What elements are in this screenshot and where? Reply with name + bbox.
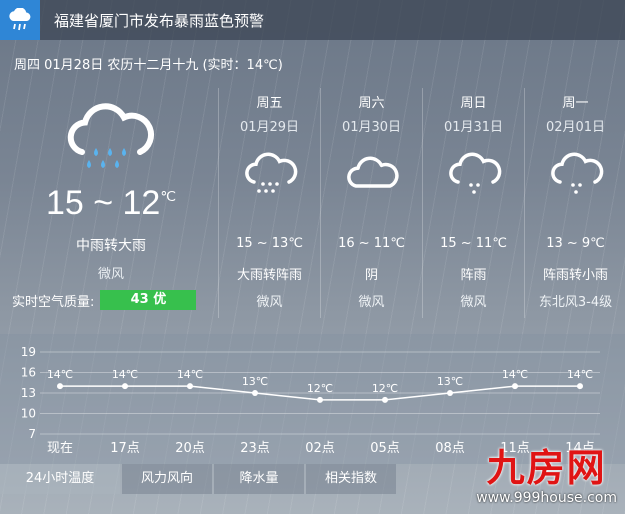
forecast-day[interactable]: 周日 01月31日 15 ~ 11℃ 阵雨 微风 [422,88,524,318]
air-quality-badge[interactable]: 43 优 [100,290,197,310]
data-point [512,383,518,390]
y-tick-label: 16 [21,366,36,380]
cloud-rain-icon [241,148,299,204]
data-label: 14℃ [502,368,528,381]
brand-url: www.999house.com [476,490,617,506]
data-label: 14℃ [567,368,593,381]
air-quality-label: 实时空气质量: [12,294,95,310]
forecast-day-temp: 15 ~ 13℃ [236,236,303,251]
today-panel: 15 ~ 12℃ 中雨转大雨 微风 [0,88,222,318]
temperature-chart: 19 16 13 10 7 14℃ 现在 14℃ 17点 14℃ 20点 13℃ 23点 12℃ 02点 12… [21,345,600,456]
tab-indices[interactable]: 相关指数 [306,464,396,494]
y-tick-label: 10 [21,407,36,421]
today-temperature: 15 ~ 12℃ [0,184,222,223]
x-tick-label: 05点 [370,441,400,456]
data-point [382,396,388,403]
temp-unit: ℃ [160,188,177,204]
chart-tabs: 24小时温度 风力风向 降水量 相关指数 [0,464,398,494]
data-point [57,383,63,390]
data-label: 14℃ [112,368,138,381]
forecast-day-date: 01月30日 [341,120,402,135]
forecast-list: 周五 01月29日 15 ~ 13℃ 大雨转阵雨 微风 周六 01月30日 16… [218,88,625,318]
y-tick-label: 7 [28,427,36,441]
forecast-day[interactable]: 周五 01月29日 15 ~ 13℃ 大雨转阵雨 微风 [218,88,320,318]
brand-logo: 九房网 [486,446,607,490]
brand-watermark: 九房网 www.999house.com [476,448,617,506]
forecast-day-wind: 微风 [256,295,283,310]
temperature-chart-panel: 19 16 13 10 7 14℃ 现在 14℃ 17点 14℃ 20点 13℃ 23点 12℃ 02点 12… [0,334,625,464]
x-tick-label: 23点 [240,441,270,456]
rain-warning-icon [0,0,40,40]
cloud-shower-icon [445,148,503,204]
data-label: 12℃ [307,382,333,395]
forecast-day-wind: 微风 [460,295,487,310]
forecast-day[interactable]: 周六 01月30日 16 ~ 11℃ 阴 微风 [320,88,422,318]
x-tick-label: 02点 [305,441,335,456]
tab-wind[interactable]: 风力风向 [122,464,212,494]
date-line: 周四 01月28日 农历十二月十九 (实时：14℃) [14,58,283,73]
data-label: 12℃ [372,382,398,395]
data-point [317,396,323,403]
x-tick-label: 17点 [110,441,140,456]
x-tick-label: 20点 [175,441,205,456]
data-point [447,390,453,396]
forecast-day-name: 周六 [358,96,385,111]
data-label: 14℃ [177,368,203,381]
forecast-day-condition: 阴 [364,268,378,283]
forecast-day-temp: 16 ~ 11℃ [338,236,405,251]
forecast-day-wind: 微风 [358,295,385,310]
x-tick-label: 08点 [435,441,465,456]
forecast-day-condition: 大雨转阵雨 [236,268,302,283]
cloud-shower-icon [547,148,605,204]
air-quality: 实时空气质量: 43 优 [12,290,197,310]
data-point [252,390,258,396]
data-label: 13℃ [242,375,268,388]
warning-bar[interactable]: 福建省厦门市发布暴雨蓝色预警 [0,0,625,40]
today-temp-range: 15 ~ 12 [45,184,161,222]
data-label: 13℃ [437,375,463,388]
x-tick-label: 现在 [47,441,73,456]
y-tick-label: 13 [21,386,36,400]
today-condition: 中雨转大雨 [76,238,146,254]
forecast-day-date: 01月31日 [443,120,504,135]
cloud-icon [343,148,401,204]
forecast-day-date: 01月29日 [239,120,300,135]
forecast-day-wind: 东北风3-4级 [538,295,613,310]
forecast-day-name: 周日 [460,96,487,111]
data-point [122,383,128,390]
data-point [577,383,583,390]
today-wind: 微风 [97,267,124,282]
data-label: 14℃ [47,368,73,381]
forecast-day-temp: 15 ~ 11℃ [440,236,507,251]
forecast-day-condition: 阵雨转小雨 [542,268,608,283]
forecast-day-name: 周一 [562,96,589,111]
forecast-day-name: 周五 [256,96,283,111]
forecast-day-condition: 阵雨 [460,268,487,283]
forecast-day-temp: 13 ~ 9℃ [546,236,605,251]
forecast-day-date: 02月01日 [545,120,606,135]
tab-24h-temperature[interactable]: 24小时温度 [0,464,120,494]
data-point [187,383,193,390]
tab-precipitation[interactable]: 降水量 [214,464,304,494]
forecast-day[interactable]: 周一 02月01日 13 ~ 9℃ 阵雨转小雨 东北风3-4级 [524,88,625,318]
y-tick-label: 19 [21,345,36,359]
warning-title[interactable]: 福建省厦门市发布暴雨蓝色预警 [54,10,264,31]
cloud-rain-icon [60,98,160,186]
